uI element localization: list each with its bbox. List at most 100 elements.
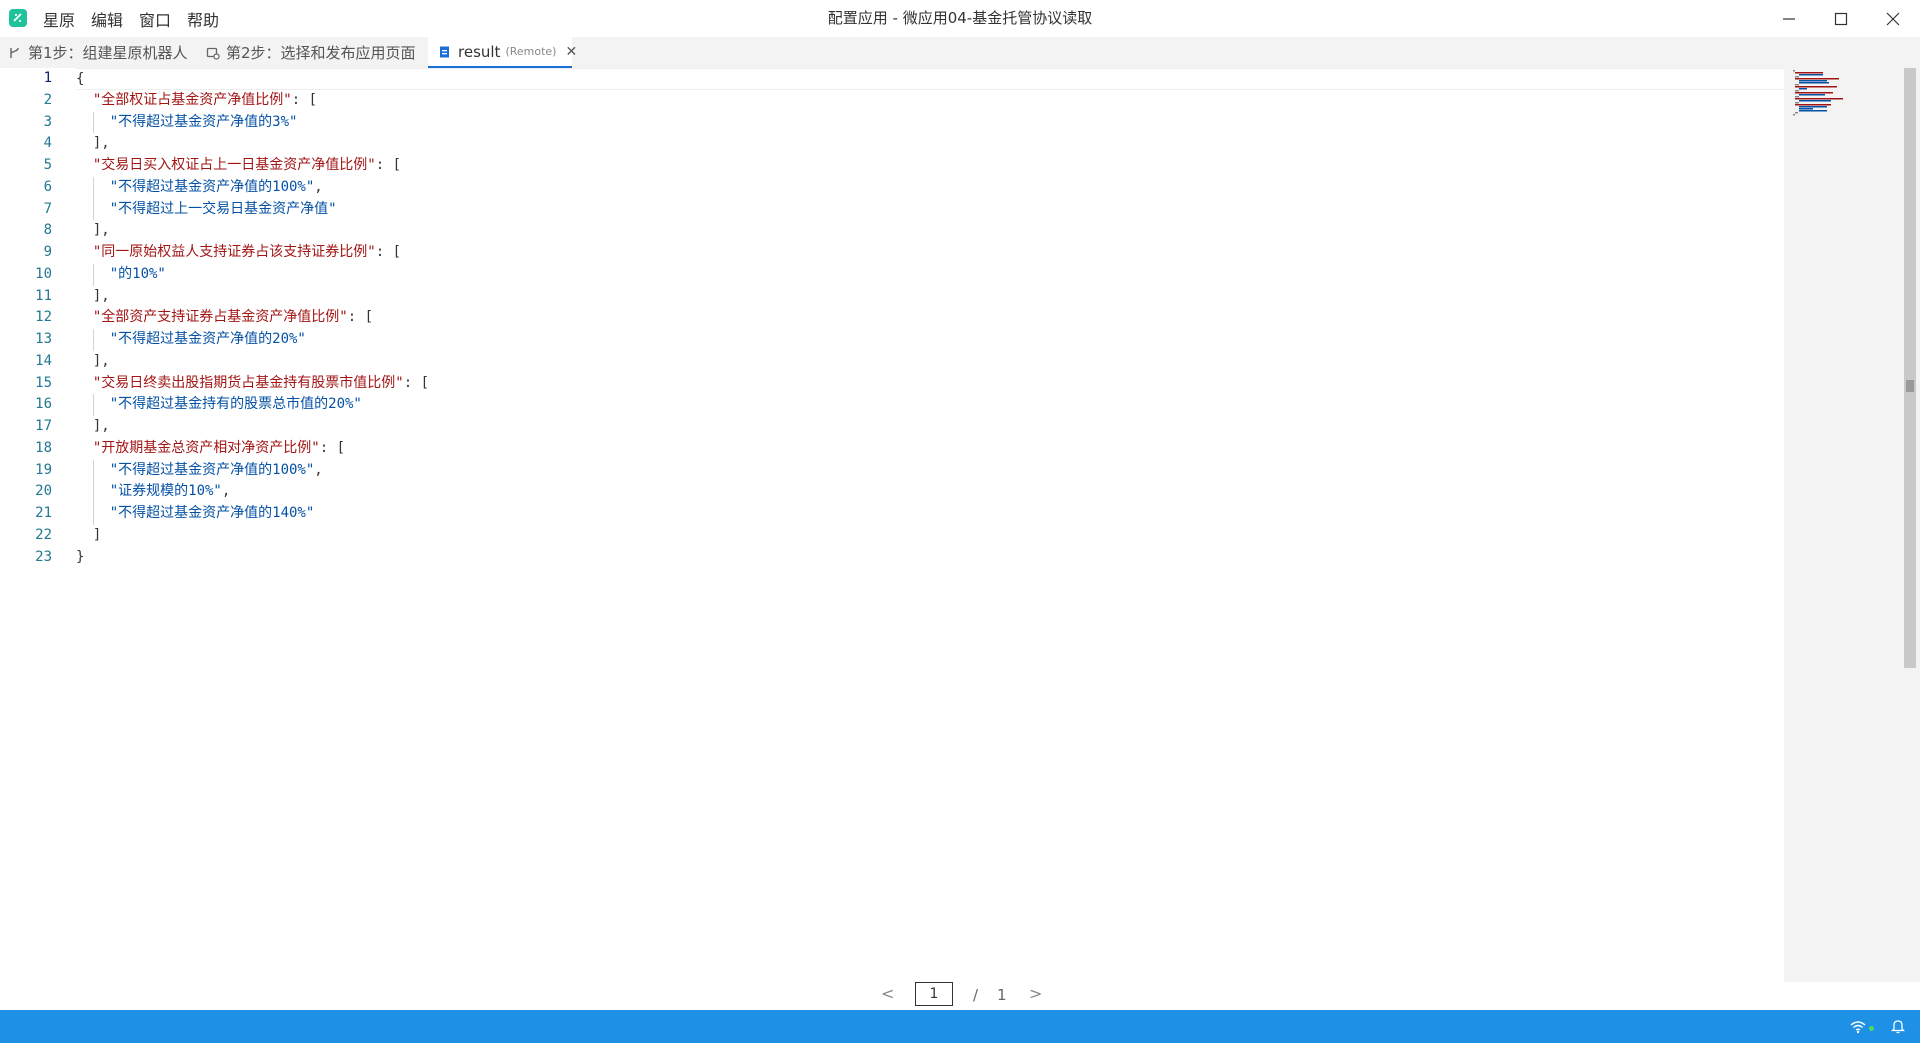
tab-step2[interactable]: 第2步：选择和发布应用页面 xyxy=(206,37,416,68)
code-line[interactable]: "不得超过上一交易日基金资产净值" xyxy=(76,198,1784,221)
json-punctuation: : [ xyxy=(319,439,346,456)
indent-guide xyxy=(92,503,94,525)
code-line[interactable]: { xyxy=(76,68,1784,90)
menu-item-xingyuan[interactable]: 星原 xyxy=(43,7,75,31)
line-number: 16 xyxy=(35,396,52,413)
json-string: "不得超过上一交易日基金资产净值" xyxy=(109,200,337,217)
line-number: 11 xyxy=(35,287,52,304)
json-string: "不得超过基金资产净值的20%" xyxy=(109,331,306,347)
indent-guide xyxy=(92,329,94,351)
status-bar xyxy=(0,1010,1920,1043)
json-string: "不得超过基金资产净值的100%" xyxy=(109,178,315,195)
json-string: "不得超过基金资产净值的140%" xyxy=(109,505,315,521)
code-line[interactable]: "全部权证占基金资产净值比例": [ xyxy=(76,90,1784,112)
code-line[interactable]: "交易日终卖出股指期货占基金持有股票市值比例": [ xyxy=(76,373,1784,395)
tab-label: 第2步：选择和发布应用页面 xyxy=(226,44,416,62)
code-line[interactable]: "开放期基金总资产相对净资产比例": [ xyxy=(76,438,1784,460)
json-string: "的10%" xyxy=(109,265,166,282)
close-window-button[interactable] xyxy=(1867,0,1919,37)
menu-item-help[interactable]: 帮助 xyxy=(187,7,219,31)
json-punctuation xyxy=(76,440,93,456)
tab-label: 第1步：组建星原机器人 xyxy=(28,44,188,62)
tab-label: result xyxy=(458,42,501,61)
pagination: < 1 / 1 > xyxy=(0,982,1920,1010)
indent-guide xyxy=(92,198,94,221)
code-line[interactable]: "同一原始权益人支持证券占该支持证券比例": [ xyxy=(76,242,1784,264)
vertical-scrollbar[interactable] xyxy=(1900,68,1920,982)
line-number: 5 xyxy=(43,157,52,173)
code-line[interactable]: "证券规模的10%", xyxy=(76,481,1784,503)
json-punctuation: ], xyxy=(76,222,110,239)
line-number: 23 xyxy=(35,548,52,565)
indent-guide xyxy=(92,459,94,482)
bell-icon[interactable] xyxy=(1890,1018,1906,1038)
maximize-button[interactable] xyxy=(1815,0,1867,37)
json-punctuation: : [ xyxy=(347,309,374,326)
line-number: 17 xyxy=(35,418,52,434)
page-number-input[interactable]: 1 xyxy=(915,982,953,1006)
code-line[interactable]: ], xyxy=(76,286,1784,308)
json-key: "全部权证占基金资产净值比例" xyxy=(92,91,292,108)
code-line[interactable]: ] xyxy=(76,525,1784,547)
window-title: 配置应用 - 微应用04-基金托管协议读取 xyxy=(827,9,1093,27)
json-punctuation: ], xyxy=(76,352,110,369)
json-punctuation: : [ xyxy=(403,374,430,391)
json-punctuation: : [ xyxy=(375,244,402,260)
tab-step1[interactable]: 第1步：组建星原机器人 xyxy=(8,37,188,68)
code-line[interactable]: "不得超过基金资产净值的140%" xyxy=(76,503,1784,525)
code-line[interactable]: "全部资产支持证券占基金资产净值比例": [ xyxy=(76,307,1784,329)
tab-close-icon[interactable]: ✕ xyxy=(565,44,577,60)
branch-icon xyxy=(8,46,22,60)
code-editor[interactable]: 1 2 3 4 5 6 7 8 9 10 11 12 13 14 15 16 17 18 19 20 21 22 23 { … xyxy=(0,68,1784,982)
json-punctuation xyxy=(76,244,93,260)
code-line[interactable]: "不得超过基金持有的股票总市值的20%" xyxy=(76,394,1784,416)
next-page-button[interactable]: > xyxy=(1029,984,1042,1003)
tab-result[interactable]: result (Remote) ✕ xyxy=(428,37,577,68)
code-line[interactable]: "交易日买入权证占上一日基金资产净值比例": [ xyxy=(76,155,1784,177)
scrollbar-marker xyxy=(1906,380,1914,392)
page-total: 1 xyxy=(997,986,1007,1004)
line-number: 3 xyxy=(43,113,52,130)
json-key: "交易日买入权证占上一日基金资产净值比例" xyxy=(92,157,376,173)
code-line[interactable]: "不得超过基金资产净值的100%", xyxy=(76,176,1784,199)
line-number: 21 xyxy=(35,505,52,521)
minimize-button[interactable] xyxy=(1763,0,1815,37)
title-bar: 星原 编辑 窗口 帮助 配置应用 - 微应用04-基金托管协议读取 xyxy=(0,0,1920,37)
code-line[interactable]: "的10%" xyxy=(76,263,1784,286)
code-line[interactable]: "不得超过基金资产净值的100%", xyxy=(76,459,1784,482)
maximize-icon xyxy=(1834,12,1848,25)
minimap[interactable] xyxy=(1784,68,1900,982)
json-punctuation: { xyxy=(76,71,85,87)
line-number: 9 xyxy=(43,244,52,260)
line-number: 8 xyxy=(43,222,52,239)
line-number: 19 xyxy=(35,461,52,478)
prev-page-button[interactable]: < xyxy=(881,984,894,1003)
line-number: 10 xyxy=(35,265,52,282)
code-line[interactable]: ], xyxy=(76,133,1784,155)
line-number: 20 xyxy=(35,483,52,500)
code-line[interactable]: "不得超过基金资产净值的3%" xyxy=(76,111,1784,134)
line-number: 1 xyxy=(43,70,52,86)
scrollbar-thumb[interactable] xyxy=(1904,68,1916,668)
code-line[interactable]: "不得超过基金资产净值的20%" xyxy=(76,329,1784,351)
code-content[interactable]: { "全部权证占基金资产净值比例": [ "不得超过基金资产净值的3%" ], … xyxy=(76,68,1784,568)
code-line[interactable]: ], xyxy=(76,416,1784,438)
json-punctuation xyxy=(76,309,93,325)
indent-guide xyxy=(92,394,94,416)
menu-item-window[interactable]: 窗口 xyxy=(139,7,171,31)
code-line[interactable]: } xyxy=(76,547,1784,569)
json-punctuation xyxy=(76,375,93,391)
json-string: "不得超过基金持有的股票总市值的20%" xyxy=(109,396,362,413)
minimize-icon xyxy=(1783,17,1795,20)
json-key: "全部资产支持证券占基金资产净值比例" xyxy=(92,309,348,326)
json-punctuation xyxy=(76,157,93,173)
line-number: 7 xyxy=(43,200,52,217)
line-number: 13 xyxy=(35,331,52,347)
line-number: 22 xyxy=(35,526,52,543)
app-logo-icon xyxy=(9,9,27,27)
json-punctuation xyxy=(76,92,93,108)
code-line[interactable]: ], xyxy=(76,220,1784,242)
code-line[interactable]: ], xyxy=(76,351,1784,373)
menu-item-edit[interactable]: 编辑 xyxy=(91,7,123,31)
line-number: 12 xyxy=(35,309,52,326)
